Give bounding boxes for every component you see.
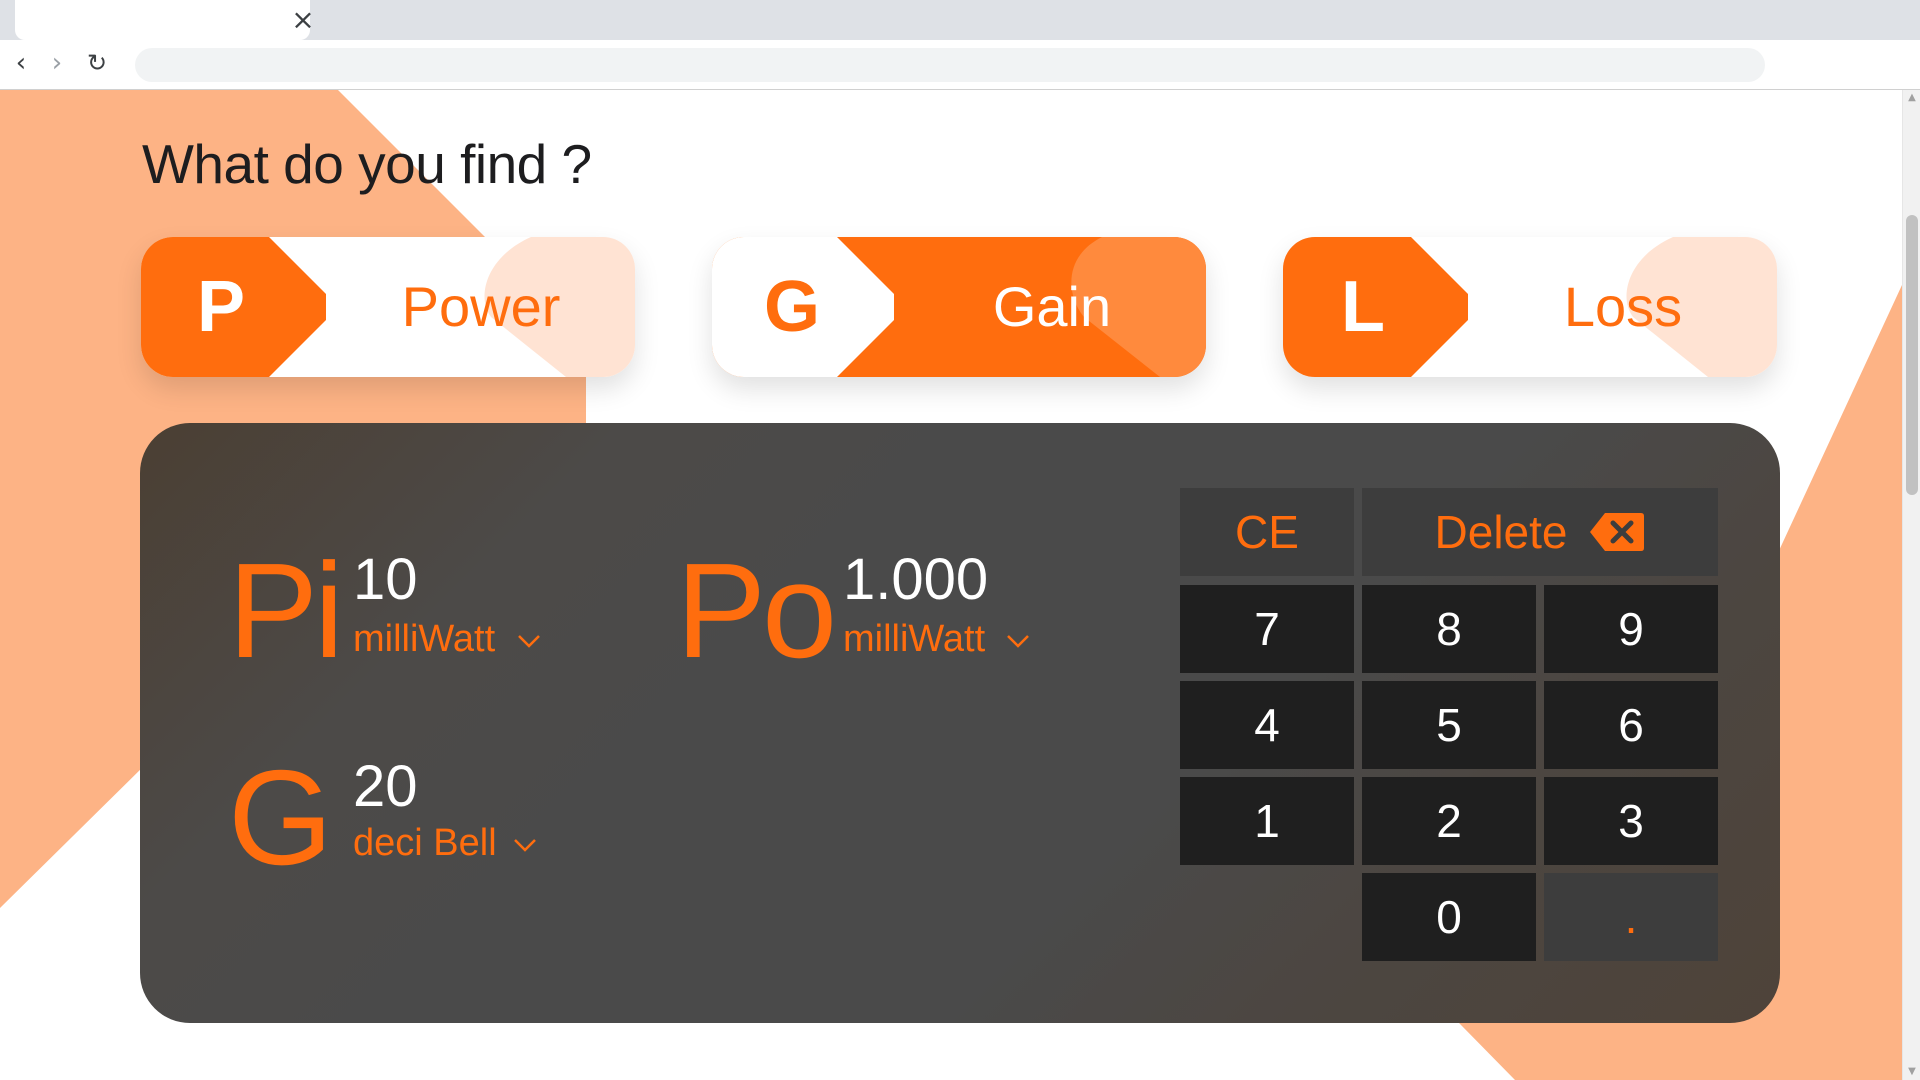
chevron-down-icon xyxy=(514,839,536,852)
close-tab-icon[interactable]: × xyxy=(290,6,316,34)
g-value[interactable]: 20 xyxy=(353,758,418,816)
back-icon[interactable]: ‹ xyxy=(6,46,36,80)
option-letter: P xyxy=(196,267,246,347)
key-9[interactable]: 9 xyxy=(1544,585,1718,673)
scroll-thumb[interactable] xyxy=(1906,215,1918,495)
option-label: Gain xyxy=(992,275,1112,338)
po-symbol: Po xyxy=(676,535,837,686)
po-value[interactable]: 1.000 xyxy=(843,551,988,609)
browser-toolbar: ‹ › ↻ xyxy=(0,40,1920,90)
key-decimal[interactable]: . xyxy=(1544,873,1718,961)
g-symbol: G xyxy=(228,742,333,893)
option-power-button[interactable]: P Power xyxy=(141,237,635,377)
chevron-down-icon xyxy=(518,635,540,648)
key-6[interactable]: 6 xyxy=(1544,681,1718,769)
key-label: 4 xyxy=(1254,699,1280,751)
scroll-up-icon[interactable]: ▲ xyxy=(1903,90,1920,106)
g-unit-label: deci Bell xyxy=(353,822,497,864)
po-unit-label: milliWatt xyxy=(843,618,986,660)
key-label: 5 xyxy=(1436,699,1462,751)
option-letter: G xyxy=(763,267,820,347)
key-8[interactable]: 8 xyxy=(1362,585,1536,673)
ce-button[interactable]: CE xyxy=(1180,488,1354,576)
browser-tabstrip: × xyxy=(0,0,1920,40)
key-7[interactable]: 7 xyxy=(1180,585,1354,673)
key-5[interactable]: 5 xyxy=(1362,681,1536,769)
key-0[interactable]: 0 xyxy=(1362,873,1536,961)
backspace-icon xyxy=(1590,513,1645,551)
page-content: What do you find ? P Power G Gain L Loss… xyxy=(0,90,1902,1080)
key-2[interactable]: 2 xyxy=(1362,777,1536,865)
forward-icon[interactable]: › xyxy=(42,46,72,80)
pi-symbol: Pi xyxy=(228,535,344,686)
key-4[interactable]: 4 xyxy=(1180,681,1354,769)
delete-button[interactable]: Delete xyxy=(1362,488,1718,576)
calculator-panel: Pi 10 milliWatt Po 1.000 milliWatt G 20 … xyxy=(140,423,1780,1023)
reload-icon[interactable]: ↻ xyxy=(82,46,112,80)
page-title: What do you find ? xyxy=(142,133,592,195)
scroll-down-icon[interactable]: ▼ xyxy=(1903,1064,1920,1080)
key-label: 6 xyxy=(1618,699,1644,751)
option-loss-button[interactable]: L Loss xyxy=(1283,237,1777,377)
key-1[interactable]: 1 xyxy=(1180,777,1354,865)
option-letter: L xyxy=(1341,267,1385,347)
option-label: Power xyxy=(401,275,561,338)
option-gain-button[interactable]: G Gain xyxy=(712,237,1206,377)
pi-value[interactable]: 10 xyxy=(353,551,418,609)
ce-label: CE xyxy=(1235,506,1299,558)
key-3[interactable]: 3 xyxy=(1544,777,1718,865)
key-label: 9 xyxy=(1618,603,1644,655)
address-bar[interactable] xyxy=(135,48,1765,82)
option-label: Loss xyxy=(1563,275,1683,338)
key-label: . xyxy=(1624,891,1638,943)
pi-unit-label: milliWatt xyxy=(353,618,496,660)
key-label: 8 xyxy=(1436,603,1462,655)
key-label: 7 xyxy=(1254,603,1280,655)
page-scrollbar[interactable]: ▲ ▼ xyxy=(1902,90,1920,1080)
key-label: 1 xyxy=(1254,795,1280,847)
key-label: 3 xyxy=(1618,795,1644,847)
chevron-down-icon xyxy=(1007,635,1029,648)
browser-tab[interactable]: × xyxy=(15,0,315,40)
key-label: 0 xyxy=(1436,891,1462,943)
key-label: 2 xyxy=(1436,795,1462,847)
delete-label: Delete xyxy=(1434,506,1568,558)
